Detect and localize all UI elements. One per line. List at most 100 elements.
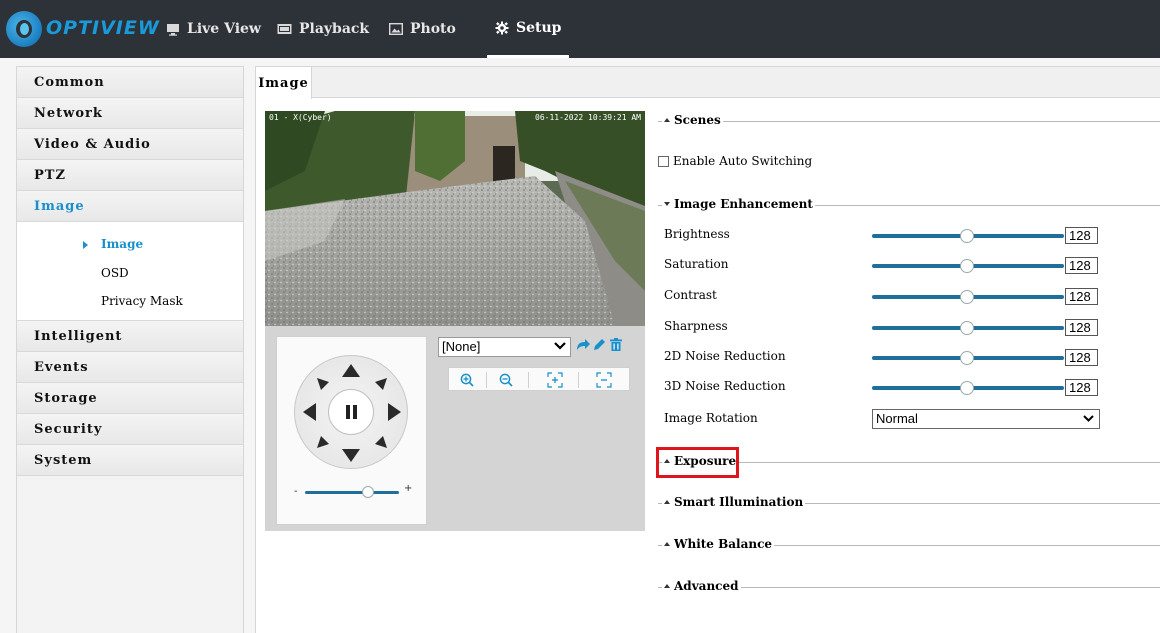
osd-timestamp: 06-11-2022 10:39:21 AM: [535, 113, 641, 122]
zoom-in-button[interactable]: [457, 370, 477, 390]
noise-reduction-2d-slider[interactable]: [872, 351, 1064, 365]
section-title: Image Enhancement: [674, 197, 813, 211]
zoom-out-button[interactable]: [496, 370, 516, 390]
ptz-speed-slider[interactable]: [305, 491, 399, 494]
edit-preset-icon[interactable]: [593, 338, 606, 351]
section-advanced[interactable]: Advanced: [658, 579, 1160, 595]
section-title: White Balance: [674, 537, 773, 551]
gear-icon: [495, 21, 509, 34]
go-to-preset-icon[interactable]: [575, 338, 590, 351]
nav-tab-live-view[interactable]: Live View: [166, 0, 261, 58]
noise-reduction-2d-label: 2D Noise Reduction: [664, 349, 786, 363]
nav-tab-setup[interactable]: Setup: [487, 0, 570, 58]
focus-near-button[interactable]: [545, 370, 565, 390]
tab-strip: Image: [256, 67, 1160, 99]
pan-up-left-icon[interactable]: [317, 378, 329, 390]
ptz-direction-pad: [294, 355, 408, 469]
section-image-enhancement[interactable]: Image Enhancement: [658, 197, 1160, 213]
slider-thumb[interactable]: [960, 351, 974, 365]
contrast-value[interactable]: 128: [1065, 288, 1098, 305]
slider-thumb[interactable]: [960, 259, 974, 273]
pause-icon: [345, 405, 350, 419]
nav-tab-photo[interactable]: Photo: [389, 0, 456, 58]
ptz-stop-button[interactable]: [328, 389, 374, 435]
monitor-icon: [167, 23, 179, 36]
pan-down-left-icon[interactable]: [317, 436, 329, 448]
osd-camera-name: 01 - X(Cyber): [269, 113, 332, 122]
brightness-slider[interactable]: [872, 229, 1064, 243]
enable-auto-switching[interactable]: Enable Auto Switching: [658, 154, 812, 168]
sharpness-value[interactable]: 128: [1065, 319, 1098, 336]
nav-tab-label: Live View: [187, 21, 261, 37]
delete-preset-icon[interactable]: [610, 338, 622, 351]
pan-up-icon[interactable]: [342, 364, 360, 377]
slider-thumb[interactable]: [960, 229, 974, 243]
auto-switching-checkbox[interactable]: [658, 155, 669, 167]
saturation-label: Saturation: [664, 257, 729, 271]
image-submenu: Image OSD Privacy Mask: [17, 222, 243, 321]
zoom-focus-toolbar: [448, 367, 630, 391]
top-navigation-bar: OPTIVIEW Live View Playback Photo Setup: [0, 0, 1160, 58]
preset-select[interactable]: [None]: [438, 337, 571, 357]
sidebar-item-common[interactable]: Common: [17, 67, 243, 98]
section-scenes[interactable]: Scenes: [658, 113, 1160, 129]
slider-thumb[interactable]: [960, 381, 974, 395]
sidebar-item-ptz[interactable]: PTZ: [17, 160, 243, 191]
main-content: Image 01 - X(Cyber) 06-11-2022 10:39:21 …: [255, 66, 1160, 633]
section-title: Advanced: [674, 579, 739, 593]
sharpness-label: Sharpness: [664, 319, 728, 333]
ptz-control-panel: - + [None]: [265, 326, 645, 531]
tab-image[interactable]: Image: [256, 67, 312, 99]
section-white-balance[interactable]: White Balance: [658, 537, 1160, 553]
submenu-item-image[interactable]: Image: [101, 237, 143, 251]
collapse-arrow-icon: [664, 202, 670, 206]
pan-left-icon[interactable]: [303, 403, 316, 421]
image-rotation-label: Image Rotation: [664, 411, 758, 425]
noise-reduction-2d-value[interactable]: 128: [1065, 349, 1098, 366]
pan-up-right-icon[interactable]: [375, 378, 387, 390]
live-video-preview[interactable]: 01 - X(Cyber) 06-11-2022 10:39:21 AM: [265, 111, 645, 326]
expand-arrow-icon: [664, 118, 670, 122]
saturation-value[interactable]: 128: [1065, 257, 1098, 274]
settings-sidebar: Common Network Video & Audio PTZ Image I…: [16, 66, 244, 633]
submenu-item-privacy-mask[interactable]: Privacy Mask: [101, 294, 183, 308]
pan-down-icon[interactable]: [342, 449, 360, 462]
noise-reduction-3d-slider[interactable]: [872, 381, 1064, 395]
sidebar-item-image[interactable]: Image: [17, 191, 243, 222]
noise-reduction-3d-value[interactable]: 128: [1065, 379, 1098, 396]
ptz-speed-thumb[interactable]: [361, 486, 374, 498]
auto-switching-label: Enable Auto Switching: [673, 154, 813, 168]
nav-tab-label: Playback: [299, 21, 370, 37]
brightness-value[interactable]: 128: [1065, 227, 1098, 244]
contrast-label: Contrast: [664, 288, 717, 302]
optiview-logo: OPTIVIEW: [6, 11, 159, 47]
photo-icon: [389, 23, 403, 35]
section-smart-illumination[interactable]: Smart Illumination: [658, 495, 1160, 511]
sidebar-item-intelligent[interactable]: Intelligent: [17, 321, 243, 352]
pan-right-icon[interactable]: [388, 403, 401, 421]
focus-far-icon: [596, 372, 612, 388]
nav-tab-playback[interactable]: Playback: [277, 0, 369, 58]
slider-thumb[interactable]: [960, 290, 974, 304]
sidebar-item-security[interactable]: Security: [17, 414, 243, 445]
sharpness-slider[interactable]: [872, 321, 1064, 335]
expand-arrow-icon: [664, 584, 670, 588]
image-rotation-value: Normal: [876, 411, 918, 426]
pan-down-right-icon[interactable]: [375, 436, 387, 448]
speed-min-label: -: [294, 486, 298, 497]
zoom-out-icon: [499, 373, 513, 387]
sidebar-item-events[interactable]: Events: [17, 352, 243, 383]
sidebar-item-network[interactable]: Network: [17, 98, 243, 129]
contrast-slider[interactable]: [872, 290, 1064, 304]
submenu-item-osd[interactable]: OSD: [101, 266, 129, 280]
sidebar-item-system[interactable]: System: [17, 445, 243, 476]
focus-far-button[interactable]: [594, 370, 614, 390]
preset-value: [None]: [442, 339, 481, 354]
sidebar-item-storage[interactable]: Storage: [17, 383, 243, 414]
focus-near-icon: [547, 372, 563, 388]
logo-mark-icon: [6, 11, 42, 47]
slider-thumb[interactable]: [960, 321, 974, 335]
sidebar-item-video-audio[interactable]: Video & Audio: [17, 129, 243, 160]
image-rotation-select[interactable]: Normal: [872, 409, 1100, 429]
saturation-slider[interactable]: [872, 259, 1064, 273]
